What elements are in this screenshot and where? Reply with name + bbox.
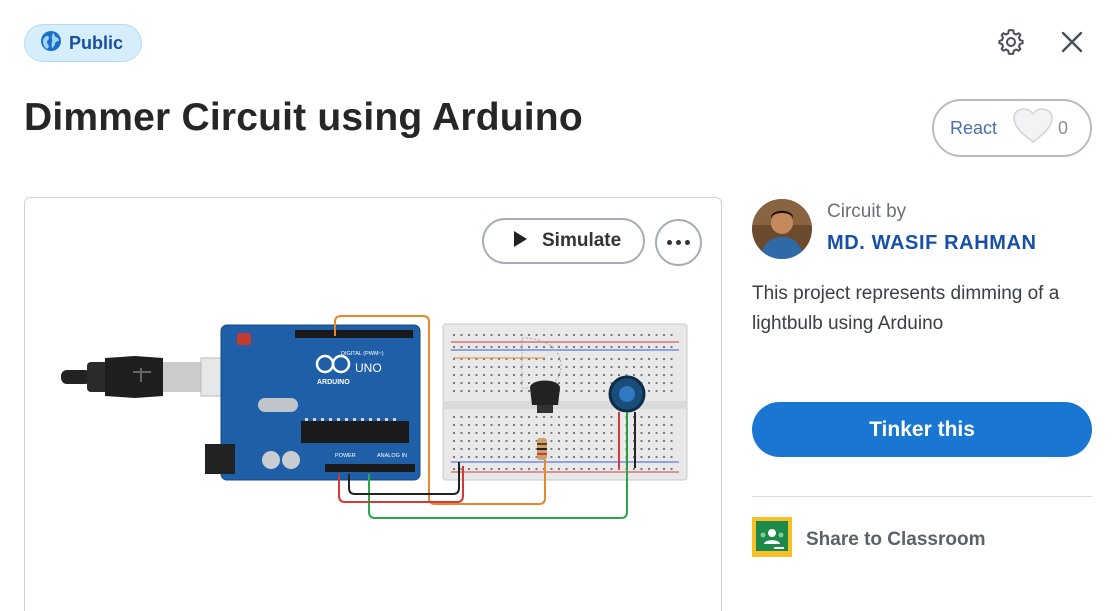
react-button[interactable]: React 0 xyxy=(932,99,1092,157)
share-label: Share to Classroom xyxy=(806,528,986,550)
circuit-preview[interactable]: ARDUINO UNO DIGITAL (PWM~) POWER ANALOG … xyxy=(24,197,722,611)
visibility-label: Public xyxy=(69,32,124,53)
google-classroom-icon xyxy=(752,517,792,562)
usb-cable xyxy=(61,356,238,398)
react-label: React xyxy=(950,117,998,138)
visibility-badge[interactable]: Public xyxy=(24,24,142,62)
play-icon xyxy=(512,230,528,253)
resistor xyxy=(537,438,547,460)
more-horizontal-icon xyxy=(667,240,672,245)
close-icon[interactable] xyxy=(1058,28,1086,56)
project-description: This project represents dimming of a lig… xyxy=(752,283,1060,334)
simulate-label: Simulate xyxy=(542,230,622,251)
author-link[interactable]: MD. WASIF RAHMAN xyxy=(827,232,1037,255)
board-digital-label: DIGITAL (PWM~) xyxy=(341,351,384,357)
board-power-label: POWER xyxy=(335,453,356,459)
arduino-board: ARDUINO UNO DIGITAL (PWM~) POWER ANALOG … xyxy=(205,324,421,481)
circuit-by-label: Circuit by xyxy=(827,201,907,222)
avatar[interactable] xyxy=(752,199,812,259)
tinker-this-button[interactable]: Tinker this xyxy=(752,402,1092,457)
divider xyxy=(752,496,1092,497)
react-count: 0 xyxy=(1057,117,1068,138)
board-model-label: UNO xyxy=(355,361,382,375)
heart-icon xyxy=(1011,107,1055,150)
more-options-button[interactable] xyxy=(655,219,702,266)
board-brand-label: ARDUINO xyxy=(317,379,350,386)
share-to-classroom-button[interactable]: Share to Classroom xyxy=(752,517,986,562)
breadboard xyxy=(442,323,688,481)
board-analog-label: ANALOG IN xyxy=(377,453,407,459)
gear-icon[interactable] xyxy=(997,28,1025,56)
page-title: Dimmer Circuit using Arduino xyxy=(24,96,583,139)
simulate-button[interactable]: Simulate xyxy=(482,218,645,264)
globe-icon xyxy=(40,30,62,57)
